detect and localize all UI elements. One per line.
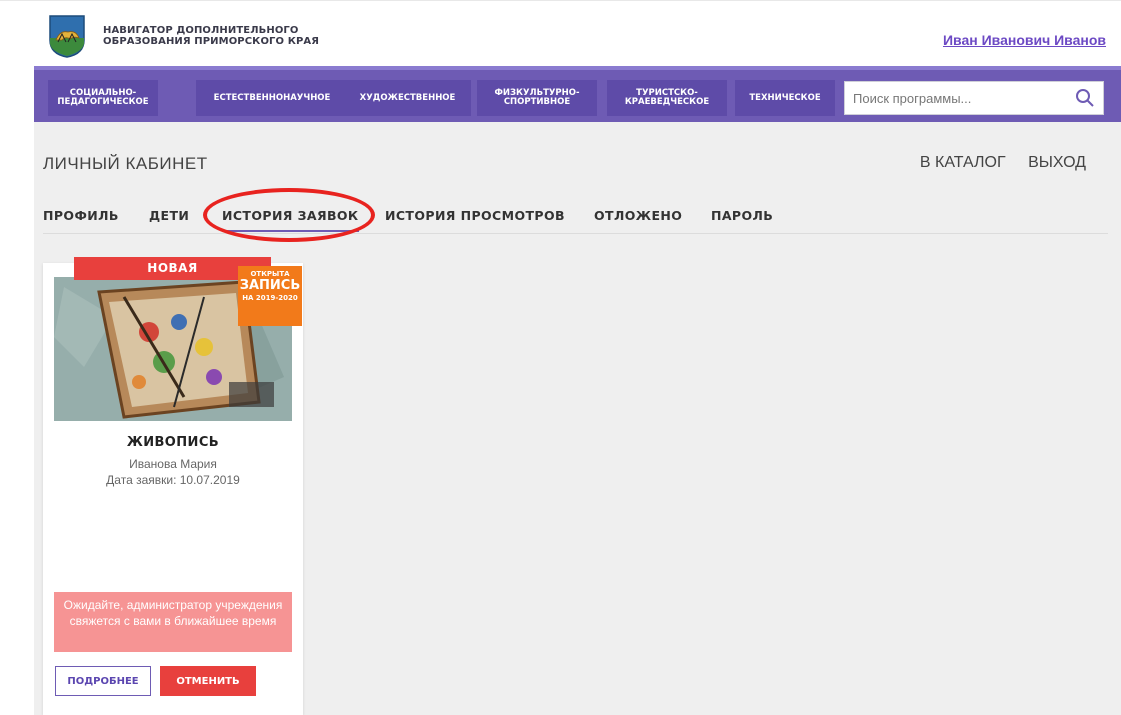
category-navbar: СОЦИАЛЬНО- ПЕДАГОГИЧЕСКОЕ ЕСТЕСТВЕННОНАУ… [34,66,1121,122]
brand-line-2: ОБРАЗОВАНИЯ ПРИМОРСКОГО КРАЯ [103,36,320,47]
search-input[interactable] [845,82,1065,114]
coat-of-arms-icon [49,15,85,58]
application-card: НОВАЯ ОТКРЫТА ЗАПИСЬ НА 2019-2020 ЖИВОПИ… [43,257,303,715]
open-badge-line-1: ОТКРЫТА [250,270,290,278]
nav-item-art[interactable]: ХУДОЖЕСТВЕННОЕ [344,80,471,116]
brand-title[interactable]: НАВИГАТОР ДОПОЛНИТЕЛЬНОГО ОБРАЗОВАНИЯ ПР… [103,25,319,47]
tab-children[interactable]: ДЕТИ [149,208,189,223]
search-box [844,81,1104,115]
tab-application-history[interactable]: ИСТОРИЯ ЗАЯВОК [222,208,359,232]
search-icon[interactable] [1075,88,1095,108]
cancel-button[interactable]: ОТМЕНИТЬ [160,666,256,696]
top-links: В КАТАЛОГ ВЫХОД [902,154,1086,172]
page-title: ЛИЧНЫЙ КАБИНЕТ [43,154,208,173]
nav-item-tourism[interactable]: ТУРИСТСКО- КРАЕВЕДЧЕСКОЕ [607,80,727,116]
main-content: ЛИЧНЫЙ КАБИНЕТ В КАТАЛОГ ВЫХОД ПРОФИЛЬ Д… [34,122,1121,715]
logout-link[interactable]: ВЫХОД [1028,154,1086,171]
nav-item-social[interactable]: СОЦИАЛЬНО- ПЕДАГОГИЧЕСКОЕ [48,80,158,116]
tab-postponed[interactable]: ОТЛОЖЕНО [594,208,682,223]
open-badge-line-2: ЗАПИСЬ [239,278,301,293]
tab-password[interactable]: ПАРОЛЬ [711,208,773,223]
nav-item-science[interactable]: ЕСТЕСТВЕННОНАУЧНОЕ [196,80,348,116]
enrollment-open-badge: ОТКРЫТА ЗАПИСЬ НА 2019-2020 [238,266,302,326]
header: НАВИГАТОР ДОПОЛНИТЕЛЬНОГО ОБРАЗОВАНИЯ ПР… [0,0,1121,66]
nav-item-technical[interactable]: ТЕХНИЧЕСКОЕ [735,80,835,116]
open-badge-line-3: НА 2019-2020 [242,294,298,302]
child-name: Иванова Мария [129,457,217,471]
brand-line-1: НАВИГАТОР ДОПОЛНИТЕЛЬНОГО [103,25,299,36]
status-notice: Ожидайте, администратор учреждения свяже… [54,592,292,652]
details-button[interactable]: ПОДРОБНЕЕ [55,666,151,696]
tab-view-history[interactable]: ИСТОРИЯ ПРОСМОТРОВ [385,208,565,223]
catalog-link[interactable]: В КАТАЛОГ [920,154,1006,171]
application-date: Дата заявки: 10.07.2019 [106,473,240,487]
program-title[interactable]: ЖИВОПИСЬ [43,435,303,450]
tab-profile[interactable]: ПРОФИЛЬ [43,208,119,223]
profile-tabs: ПРОФИЛЬ ДЕТИ ИСТОРИЯ ЗАЯВОК ИСТОРИЯ ПРОС… [43,204,1108,234]
nav-item-sport[interactable]: ФИЗКУЛЬТУРНО- СПОРТИВНОЕ [477,80,597,116]
user-profile-link[interactable]: Иван Иванович Иванов [943,32,1106,48]
